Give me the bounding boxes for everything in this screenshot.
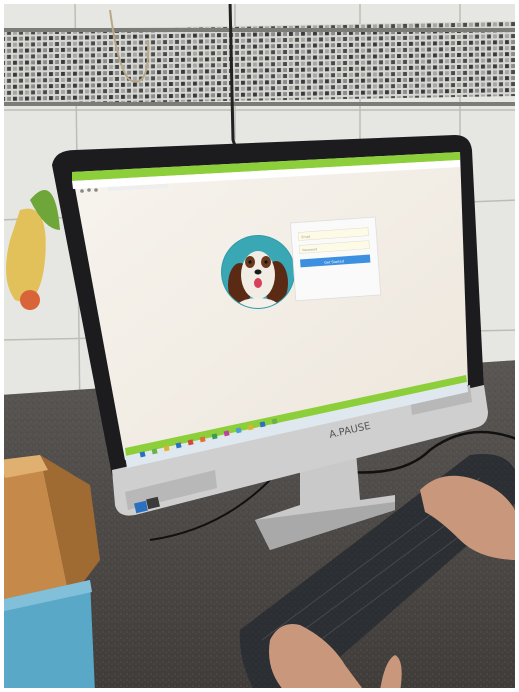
cardboard-box xyxy=(0,455,100,692)
photo-scene: A.PAUSE Email Password Get Started xyxy=(0,0,519,692)
reload-icon[interactable] xyxy=(94,188,98,192)
mosaic-band xyxy=(0,20,519,105)
back-icon[interactable] xyxy=(80,189,84,193)
email-placeholder: Email xyxy=(301,235,310,240)
forward-icon[interactable] xyxy=(87,188,91,192)
login-card: Email Password Get Started xyxy=(290,216,382,302)
